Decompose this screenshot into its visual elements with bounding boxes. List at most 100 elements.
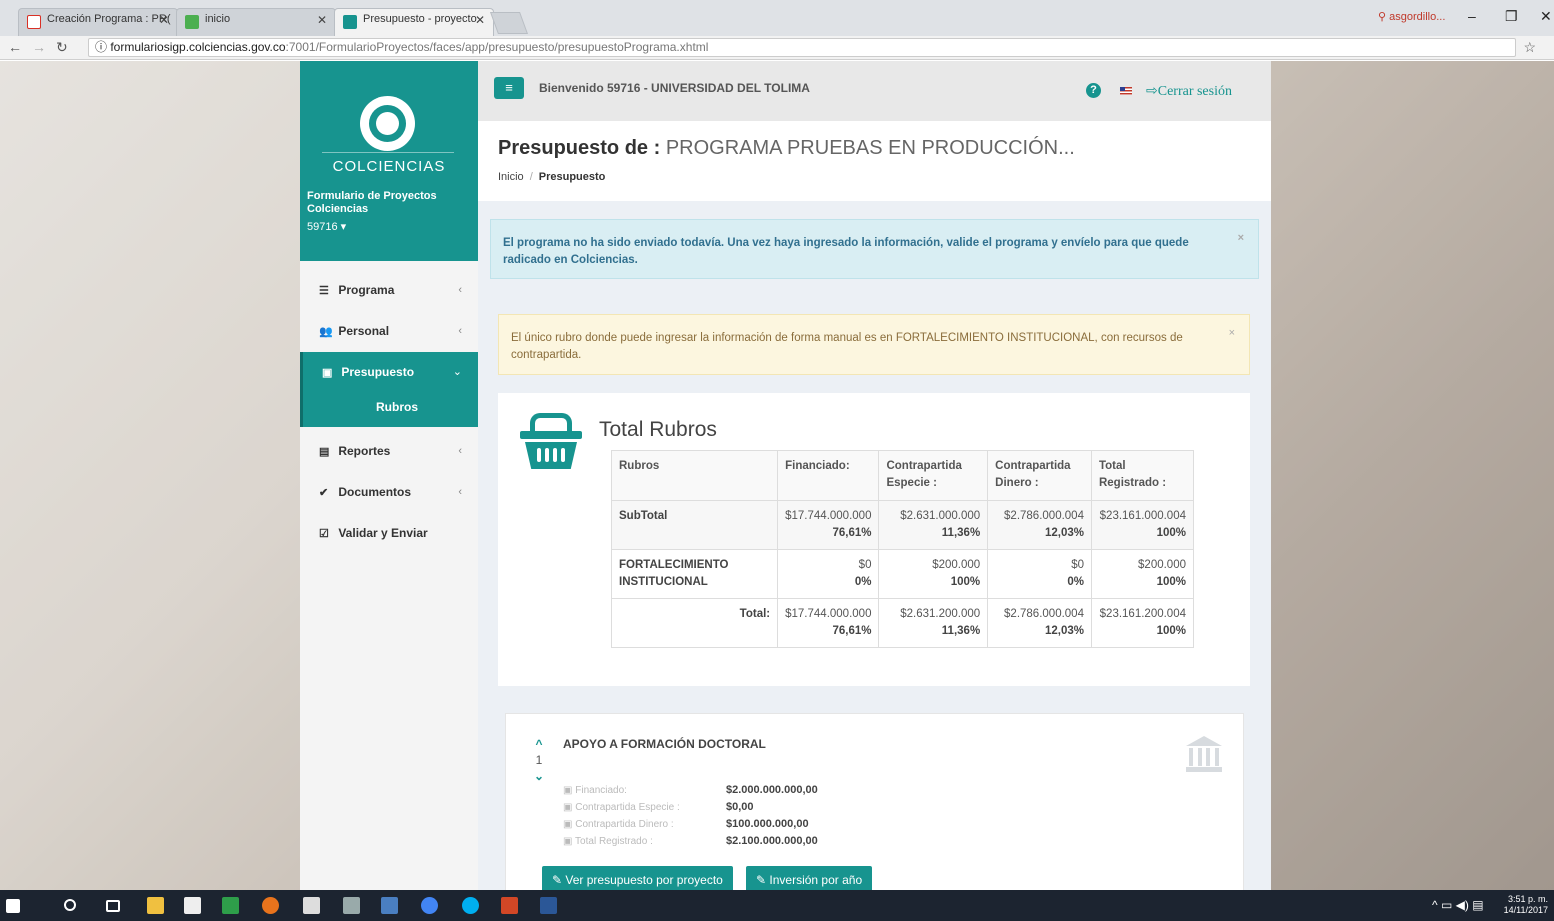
sidebar-item-presupuesto[interactable]: ▣ Presupuesto ⌄ bbox=[300, 352, 478, 393]
basket-icon bbox=[520, 413, 582, 471]
gmail-icon bbox=[27, 15, 41, 29]
sidebar-subitem-rubros[interactable]: Rubros bbox=[300, 393, 478, 427]
money-icon: ▣ bbox=[563, 819, 576, 830]
close-icon[interactable]: × bbox=[1229, 325, 1235, 342]
app-icon[interactable] bbox=[381, 897, 398, 914]
sidebar-header: COLCIENCIAS Formulario de Proyectos Colc… bbox=[300, 61, 478, 261]
chevron-down-icon[interactable]: ⌄ bbox=[534, 768, 544, 784]
brand-name: COLCIENCIAS bbox=[332, 158, 446, 175]
address-bar: ← → ↻ ⓘ formulariosigp.colciencias.gov.c… bbox=[0, 36, 1554, 60]
search-icon[interactable] bbox=[64, 899, 76, 911]
sidebar-item-reportes[interactable]: ▤ Reportes ‹ bbox=[300, 431, 478, 472]
profile-icon: ⚲ bbox=[1378, 11, 1390, 23]
sidebar-item-personal[interactable]: 👥 Personal ‹ bbox=[300, 311, 478, 352]
chevron-left-icon: ‹ bbox=[458, 486, 462, 498]
close-icon[interactable]: × bbox=[1238, 230, 1244, 247]
table-row: SubTotal $17.744.000.000 76,61% $2.631.00… bbox=[610, 500, 1195, 550]
skype-icon[interactable] bbox=[462, 897, 479, 914]
sidebar-menu: ☰ Programa ‹ 👥 Personal ‹ ▣ Presupuesto … bbox=[300, 270, 478, 554]
money-icon: ▣ bbox=[563, 785, 576, 796]
close-icon[interactable]: ✕ bbox=[159, 13, 169, 27]
logout-link[interactable]: ⇨Cerrar sesión bbox=[1146, 83, 1232, 100]
top-header: ≡ Bienvenido 59716 - UNIVERSIDAD DEL TOL… bbox=[478, 61, 1271, 121]
browser-profile[interactable]: ⚲ asgordillo... bbox=[1378, 10, 1445, 23]
windows-taskbar: ^ ▭ ◀) ▤ 3:51 p. m. 14/11/2017 bbox=[0, 890, 1554, 921]
excel-app-icon[interactable] bbox=[222, 897, 239, 914]
file-icon: ▤ bbox=[319, 446, 330, 458]
total-rubros-title: Total Rubros bbox=[599, 418, 717, 441]
check-circle-icon: ✔ bbox=[319, 487, 329, 499]
colciencias-seal-icon bbox=[360, 96, 415, 151]
back-icon[interactable]: ← bbox=[8, 39, 22, 55]
calculator-icon[interactable] bbox=[303, 897, 320, 914]
system-tray-icons[interactable]: ^ ▭ ◀) ▤ bbox=[1432, 898, 1484, 912]
task-view-icon[interactable] bbox=[106, 900, 120, 912]
forward-icon[interactable]: → bbox=[32, 39, 46, 55]
url-input[interactable]: ⓘ formulariosigp.colciencias.gov.co:7001… bbox=[88, 38, 1516, 57]
investment-by-year-button[interactable]: ✎ Inversión por año bbox=[746, 866, 873, 890]
info-icon[interactable]: ⓘ bbox=[95, 40, 110, 54]
user-dropdown[interactable]: 59716 ▾ bbox=[307, 220, 346, 233]
sidebar-item-validar[interactable]: ☑ Validar y Enviar bbox=[300, 513, 478, 554]
firefox-icon[interactable] bbox=[262, 897, 279, 914]
field-financiado: ▣ Financiado: $2.000.000.000,00 bbox=[563, 784, 818, 796]
new-tab-button[interactable] bbox=[489, 12, 529, 34]
column-header: Contrapartida Dinero : bbox=[987, 450, 1092, 501]
file-explorer-icon[interactable] bbox=[147, 897, 164, 914]
help-icon[interactable]: ? bbox=[1086, 83, 1101, 98]
restore-icon[interactable]: ❐ bbox=[1505, 8, 1518, 25]
app-icon[interactable] bbox=[343, 897, 360, 914]
minimize-icon[interactable]: – bbox=[1468, 8, 1476, 24]
sidebar-item-documentos[interactable]: ✔ Documentos ‹ bbox=[300, 472, 478, 513]
total-rubros-panel: Total Rubros Rubros Financiado: Contrapa… bbox=[498, 393, 1250, 686]
reload-icon[interactable]: ↻ bbox=[56, 39, 68, 56]
edit-icon: ✎ bbox=[552, 873, 566, 887]
word-icon[interactable] bbox=[540, 897, 557, 914]
breadcrumb-current: Presupuesto bbox=[538, 171, 606, 183]
view-project-budget-button[interactable]: ✎ Ver presupuesto por proyecto bbox=[542, 866, 733, 890]
chevron-down-icon: ⌄ bbox=[452, 366, 462, 378]
close-icon[interactable]: ✕ bbox=[475, 13, 485, 27]
chevron-left-icon: ‹ bbox=[458, 325, 462, 337]
money-icon: ▣ bbox=[563, 802, 576, 813]
field-total: ▣ Total Registrado : $2.100.000.000,00 bbox=[563, 835, 818, 847]
page-header: Presupuesto de : PROGRAMA PRUEBAS EN PRO… bbox=[478, 121, 1271, 201]
project-card: ^ 1 ⌄ APOYO A FORMACIÓN DOCTORAL ▣ Finan… bbox=[505, 713, 1244, 890]
menu-toggle-icon[interactable]: ≡ bbox=[494, 77, 524, 99]
clock[interactable]: 3:51 p. m. 14/11/2017 bbox=[1504, 894, 1548, 916]
warning-alert: El único rubro donde puede ingresar la i… bbox=[498, 314, 1250, 375]
chevron-left-icon: ‹ bbox=[458, 445, 462, 457]
us-flag-icon[interactable] bbox=[1120, 87, 1132, 95]
project-index: 1 bbox=[535, 753, 543, 767]
column-header: Contrapartida Especie : bbox=[878, 450, 989, 501]
table-header-row: Rubros Financiado: Contrapartida Especie… bbox=[610, 450, 1195, 501]
app-window: COLCIENCIAS Formulario de Proyectos Colc… bbox=[300, 61, 1271, 890]
sign-out-icon: ⇨ bbox=[1146, 84, 1158, 99]
store-icon[interactable] bbox=[184, 897, 201, 914]
close-icon[interactable]: ✕ bbox=[317, 13, 327, 27]
browser-tab-creacion[interactable]: Creación Programa : PR( ✕ bbox=[18, 8, 178, 36]
browser-tab-inicio[interactable]: inicio ✕ bbox=[176, 8, 336, 36]
sidebar-item-programa[interactable]: ☰ Programa ‹ bbox=[300, 270, 478, 311]
project-title: APOYO A FORMACIÓN DOCTORAL bbox=[563, 737, 766, 751]
column-header: Rubros bbox=[610, 450, 779, 501]
field-especie: ▣ Contrapartida Especie : $0,00 bbox=[563, 801, 754, 813]
powerpoint-icon[interactable] bbox=[501, 897, 518, 914]
money-icon: ▣ bbox=[563, 836, 576, 847]
page-icon bbox=[343, 15, 357, 29]
breadcrumb-home[interactable]: Inicio bbox=[498, 171, 524, 183]
sidebar-subtitle: Formulario de Proyectos Colciencias bbox=[307, 190, 437, 215]
field-dinero: ▣ Contrapartida Dinero : $100.000.000,00 bbox=[563, 818, 809, 830]
money-icon: ▣ bbox=[322, 367, 333, 379]
windows-start-icon[interactable] bbox=[6, 899, 20, 913]
chevron-up-icon[interactable]: ^ bbox=[534, 736, 544, 752]
bookmark-star-icon[interactable]: ☆ bbox=[1523, 39, 1536, 56]
checkbox-icon: ☑ bbox=[319, 528, 329, 540]
chrome-icon[interactable] bbox=[421, 897, 438, 914]
browser-tab-bar: Creación Programa : PR( ✕ inicio ✕ Presu… bbox=[0, 0, 1554, 36]
window-close-icon[interactable]: ✕ bbox=[1540, 8, 1552, 25]
welcome-text: Bienvenido 59716 - UNIVERSIDAD DEL TOLIM… bbox=[539, 81, 810, 95]
site-icon bbox=[185, 15, 199, 29]
rubros-table: Rubros Financiado: Contrapartida Especie… bbox=[610, 450, 1195, 648]
browser-tab-presupuesto[interactable]: Presupuesto - proyecto ✕ bbox=[334, 8, 494, 36]
